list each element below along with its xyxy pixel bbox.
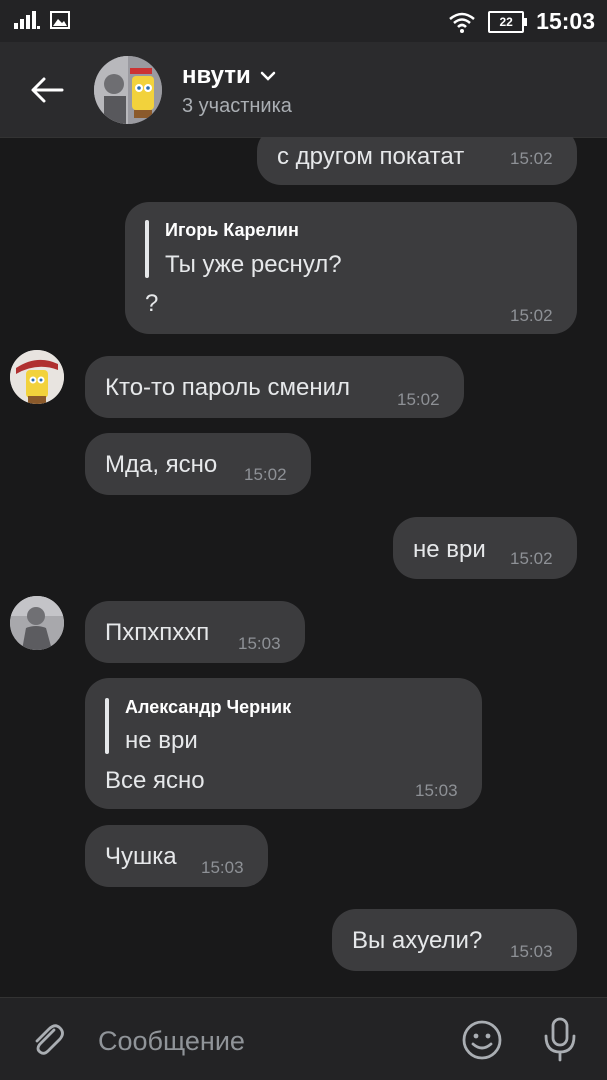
message-bubble-outgoing[interactable]: Игорь Карелин Ты уже реснул? ? 15:02: [125, 202, 577, 334]
message-time: 15:03: [238, 634, 281, 653]
message-bubble-outgoing[interactable]: с другом покатат 15:02: [257, 137, 577, 185]
image-notification-icon: [50, 11, 70, 29]
sender-avatar-image: [10, 350, 64, 404]
chat-screen: 22 15:03 нвути 3 участника с другом пока…: [0, 0, 607, 1080]
message-bubble-outgoing[interactable]: не ври 15:02: [393, 517, 577, 579]
message-bubble-incoming[interactable]: Чушка 15:03: [85, 825, 268, 887]
message-bubble-incoming[interactable]: Пхпхпххп 15:03: [85, 601, 305, 663]
signal-icon: [14, 11, 40, 29]
sender-avatar[interactable]: [10, 596, 64, 650]
message-bubble-incoming[interactable]: Мда, ясно 15:02: [85, 433, 311, 495]
message-text: Кто-то пароль сменил: [105, 374, 350, 401]
message-time: 15:02: [244, 465, 287, 484]
sender-avatar-image: [10, 596, 64, 650]
chat-member-count: 3 участника: [182, 95, 292, 117]
message-text: с другом покатат: [277, 143, 465, 170]
message-bubble-incoming[interactable]: Кто-то пароль сменил 15:02: [85, 356, 464, 418]
reply-author: Игорь Карелин: [165, 220, 299, 240]
battery-icon: 22: [488, 10, 528, 33]
reply-text: Ты уже реснул?: [165, 251, 342, 278]
message-text: ?: [145, 290, 159, 317]
chat-header: нвути 3 участника: [0, 42, 607, 138]
message-list[interactable]: с другом покатат 15:02 Игорь Карелин Ты …: [0, 137, 607, 997]
chat-title-text: нвути: [182, 62, 251, 89]
wifi-icon: [449, 12, 475, 33]
message-time: 15:02: [397, 390, 440, 409]
message-text: Чушка: [105, 843, 177, 870]
message-text: Вы ахуели?: [352, 927, 483, 954]
microphone-icon[interactable]: [540, 1016, 580, 1062]
message-time: 15:02: [510, 306, 553, 325]
reply-text: не ври: [125, 727, 198, 754]
message-text: Пхпхпххп: [105, 619, 210, 646]
emoji-icon[interactable]: [460, 1018, 504, 1062]
message-time: 15:03: [415, 781, 458, 800]
message-composer: [0, 997, 607, 1080]
group-avatar-image: [94, 56, 162, 124]
message-bubble-outgoing[interactable]: Вы ахуели? 15:03: [332, 909, 577, 971]
clock: 15:03: [536, 8, 595, 34]
chevron-down-icon: [260, 71, 276, 81]
message-input[interactable]: [96, 1022, 440, 1060]
message-time: 15:02: [510, 149, 553, 168]
reply-quote-bar: [145, 220, 149, 278]
back-arrow-icon[interactable]: [26, 70, 66, 110]
reply-quote-bar: [105, 698, 109, 754]
chat-title[interactable]: нвути: [182, 62, 277, 90]
message-text: Все ясно: [105, 767, 205, 794]
message-bubble-incoming[interactable]: Александр Черник не ври Все ясно 15:03: [85, 678, 482, 809]
message-time: 15:02: [510, 549, 553, 568]
reply-author: Александр Черник: [125, 697, 292, 717]
message-text: Мда, ясно: [105, 451, 218, 478]
message-time: 15:03: [201, 858, 244, 877]
message-text: не ври: [413, 536, 486, 563]
status-bar: 22 15:03: [0, 0, 607, 42]
sender-avatar[interactable]: [10, 350, 64, 404]
chat-avatar[interactable]: [94, 56, 162, 124]
message-time: 15:03: [510, 942, 553, 961]
paperclip-icon[interactable]: [28, 1020, 68, 1060]
